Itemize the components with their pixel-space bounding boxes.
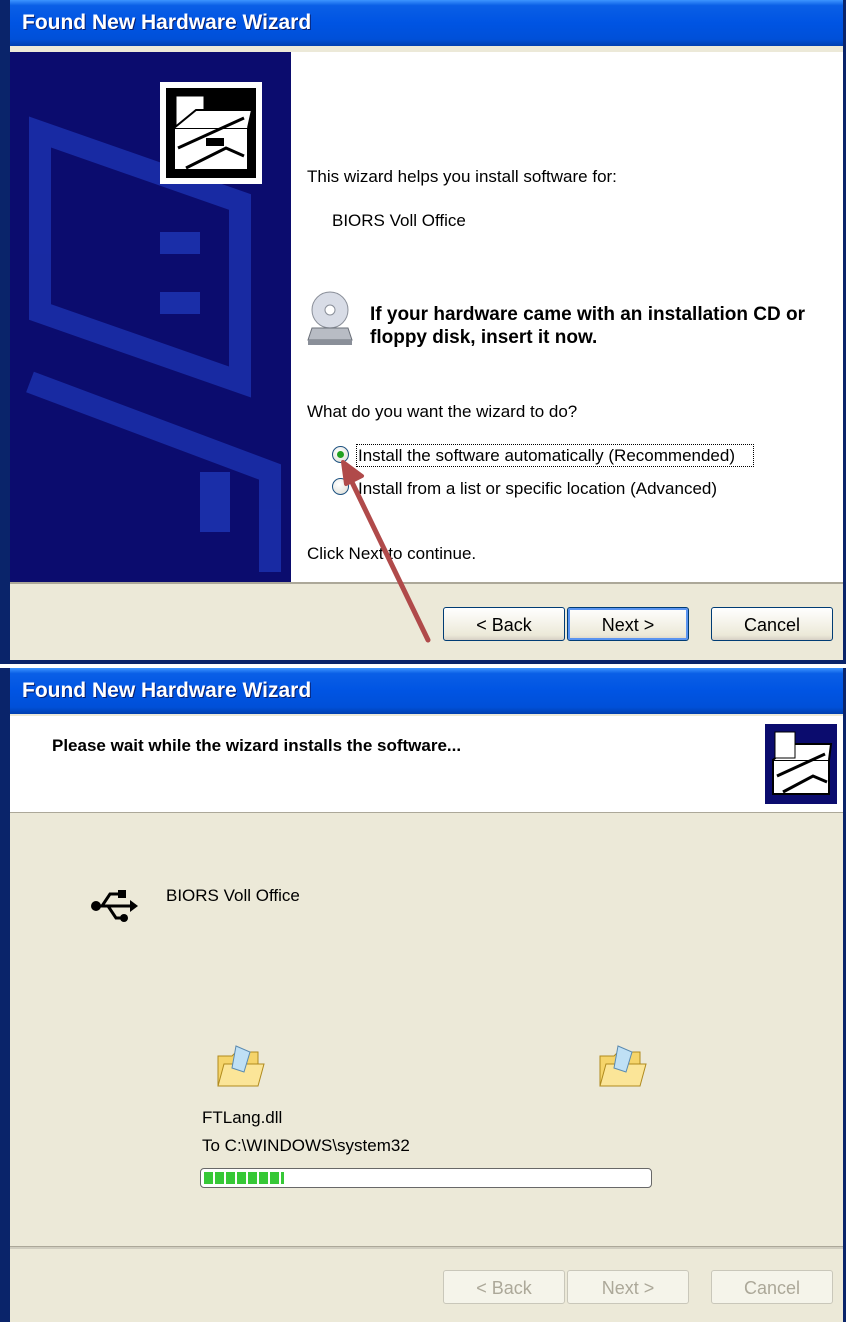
cd-notice: If your hardware came with an installati… [370, 304, 805, 348]
separator [10, 1246, 843, 1249]
next-button[interactable]: Next > [567, 607, 689, 641]
cancel-button[interactable]: Cancel [711, 1270, 833, 1304]
wizard-banner [10, 52, 291, 582]
installing-heading: Please wait while the wizard installs th… [52, 736, 462, 755]
usb-icon [91, 890, 138, 922]
window-title: Found New Hardware Wizard [22, 11, 312, 34]
title-bar[interactable]: Found New Hardware Wizard [10, 0, 843, 46]
hardware-wizard-icon [160, 82, 262, 184]
device-name: BIORS Voll Office [332, 211, 466, 230]
install-progress-bar [200, 1168, 652, 1188]
question-text: What do you want the wizard to do? [307, 402, 578, 421]
file-name: FTLang.dll [202, 1108, 283, 1127]
intro-text: This wizard helps you install software f… [307, 167, 617, 186]
cancel-button[interactable]: Cancel [711, 607, 833, 641]
wizard-window-select: Found New Hardware Wizard This wizard he… [0, 0, 846, 664]
folder-icon [217, 1045, 265, 1087]
option-automatic-label[interactable]: Install the software automatically (Reco… [358, 446, 735, 466]
window-title: Found New Hardware Wizard [22, 679, 312, 702]
option-advanced-label[interactable]: Install from a list or specific location… [358, 479, 717, 499]
wizard-header: Please wait while the wizard installs th… [10, 716, 843, 813]
hardware-wizard-icon [765, 724, 837, 804]
separator [10, 582, 843, 584]
folder-icon [599, 1045, 647, 1087]
back-button[interactable]: < Back [443, 607, 565, 641]
destination-path: To C:\WINDOWS\system32 [202, 1136, 410, 1155]
progress-fill [204, 1172, 284, 1184]
wizard-window-installing: Found New Hardware Wizard Please wait wh… [0, 668, 846, 1322]
radio-install-automatically[interactable] [332, 446, 349, 463]
back-button[interactable]: < Back [443, 1270, 565, 1304]
device-name: BIORS Voll Office [166, 886, 300, 905]
title-bar[interactable]: Found New Hardware Wizard [10, 668, 843, 714]
radio-install-from-list[interactable] [332, 478, 349, 495]
cd-icon [307, 291, 353, 345]
next-button[interactable]: Next > [567, 1270, 689, 1304]
continue-text: Click Next to continue. [307, 544, 477, 563]
